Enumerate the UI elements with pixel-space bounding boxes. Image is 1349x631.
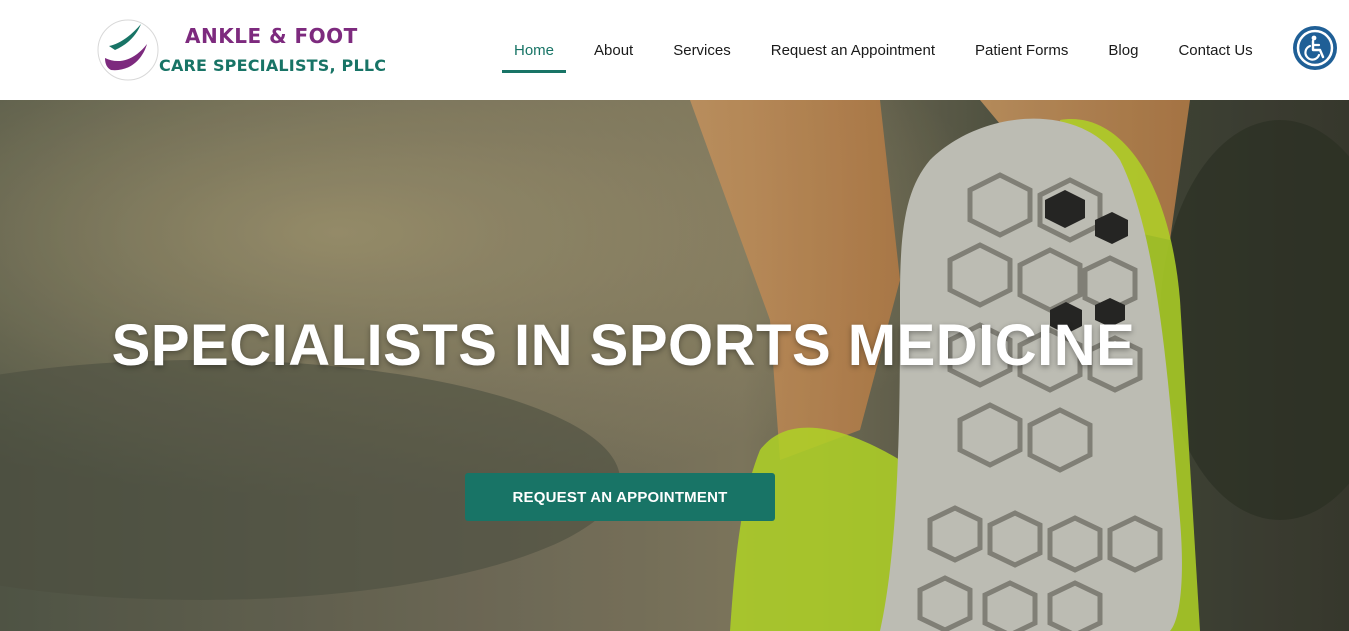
nav-item-contact-us[interactable]: Contact Us [1166, 0, 1264, 100]
nav-item-request-appointment[interactable]: Request an Appointment [759, 0, 947, 100]
wheelchair-accessibility-icon [1296, 29, 1334, 67]
nav-item-services[interactable]: Services [661, 0, 743, 100]
request-appointment-button[interactable]: REQUEST AN APPOINTMENT [465, 473, 775, 521]
logo-line-2: CARE SPECIALISTS, PLLC [159, 56, 387, 75]
logo-line-1: ANKLE & FOOT [185, 24, 358, 48]
logo-swoosh-icon [97, 19, 159, 81]
nav-item-about[interactable]: About [582, 0, 645, 100]
site-logo[interactable]: ANKLE & FOOT CARE SPECIALISTS, PLLC [97, 14, 386, 86]
site-header: ANKLE & FOOT CARE SPECIALISTS, PLLC Home… [0, 0, 1349, 100]
main-nav: Home About Services Request an Appointme… [502, 0, 1281, 100]
nav-item-patient-forms[interactable]: Patient Forms [963, 0, 1080, 100]
hero-title: SPECIALISTS IN SPORTS MEDICINE [111, 313, 1136, 378]
hero-section: SPECIALISTS IN SPORTS MEDICINE REQUEST A… [0, 100, 1349, 631]
nav-item-blog[interactable]: Blog [1096, 0, 1150, 100]
accessibility-button[interactable] [1293, 26, 1337, 70]
nav-item-home[interactable]: Home [502, 0, 567, 100]
